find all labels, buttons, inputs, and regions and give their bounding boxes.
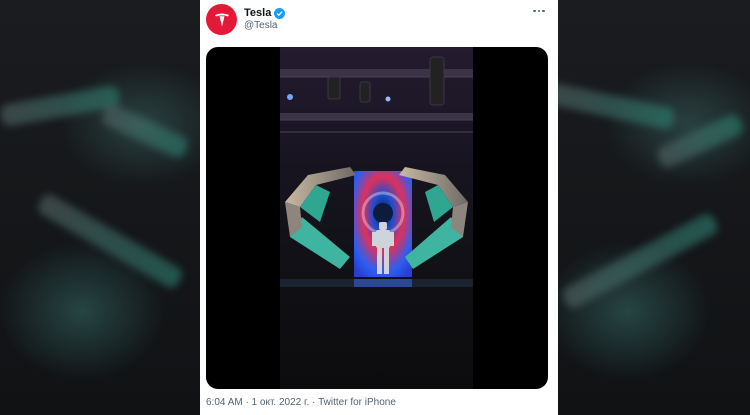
- author-name-row[interactable]: Tesla: [244, 7, 286, 19]
- timestamp-text[interactable]: 6:04 AM · 1 окт. 2022 г. · Twitter for i…: [206, 397, 396, 408]
- blurred-arm: [99, 102, 191, 160]
- blurred-arm: [559, 211, 721, 311]
- tweet-timestamp[interactable]: 6:04 AM · 1 окт. 2022 г. · Twitter for i…: [206, 397, 396, 408]
- background-right: [545, 0, 750, 415]
- tweet-card: Tesla @Tesla 6:04 AM · 1 окт. 2022 г. · …: [200, 0, 558, 415]
- blurred-arm: [35, 191, 185, 291]
- author-handle[interactable]: @Tesla: [244, 20, 278, 31]
- avatar[interactable]: [206, 4, 237, 35]
- blurred-arm: [545, 81, 676, 131]
- more-options-icon[interactable]: [530, 4, 548, 18]
- tweet-image[interactable]: [206, 47, 548, 389]
- background-left: [0, 0, 205, 415]
- tesla-logo-icon: [214, 13, 229, 26]
- stage-scene: [280, 47, 473, 389]
- verified-badge-icon: [274, 7, 286, 19]
- tweet-header: Tesla @Tesla: [206, 4, 552, 36]
- author-name[interactable]: Tesla: [244, 7, 271, 19]
- stage-illustration: [280, 56, 473, 287]
